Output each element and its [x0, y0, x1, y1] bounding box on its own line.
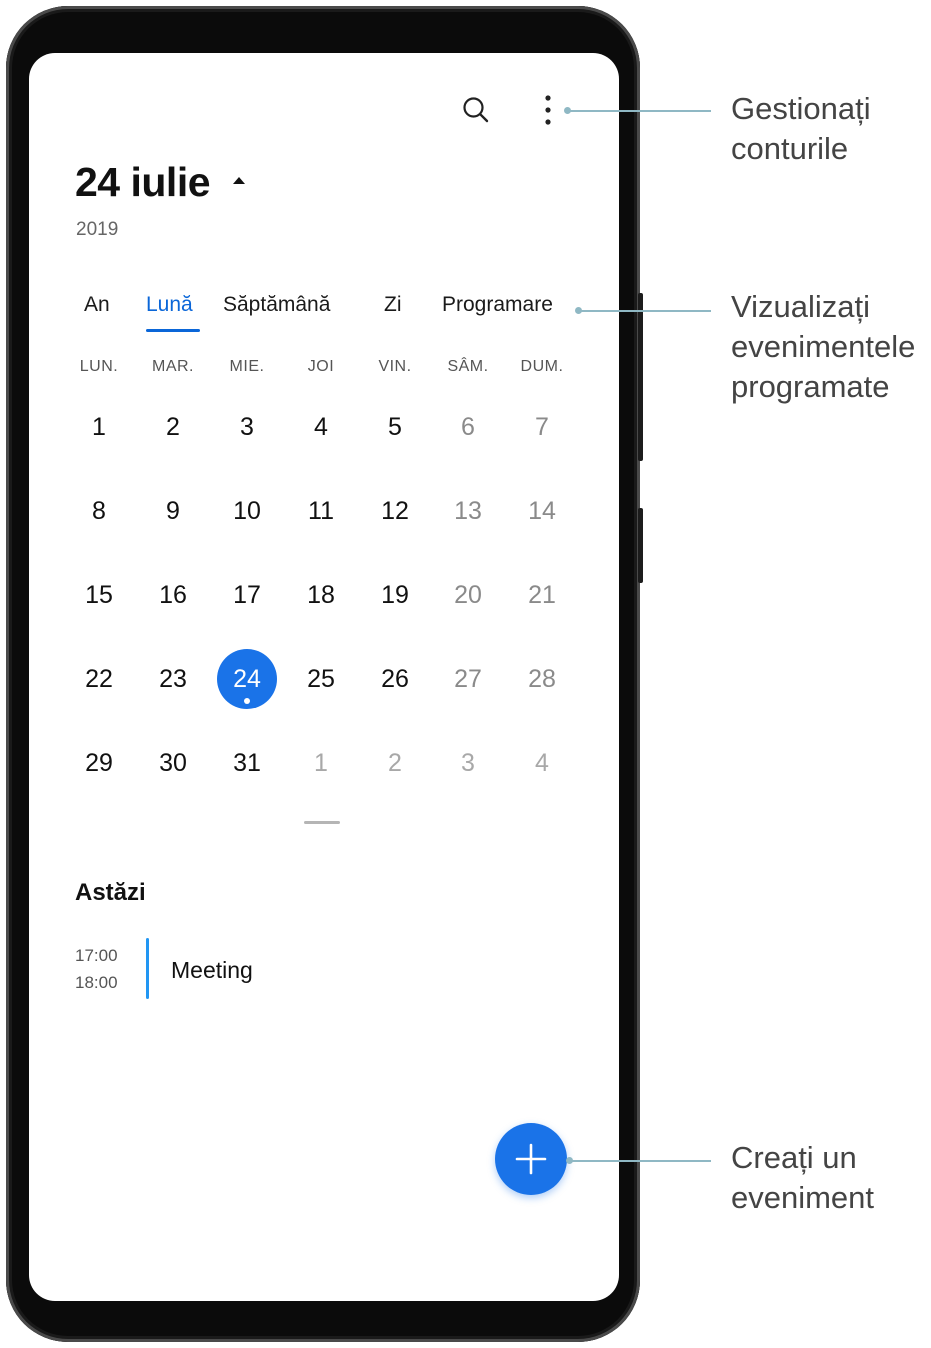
calendar-day[interactable]: 29: [62, 733, 136, 793]
callout-create-event: Creați un eveniment: [731, 1138, 874, 1218]
calendar-day[interactable]: 27: [431, 649, 505, 709]
calendar-day[interactable]: 31: [210, 733, 284, 793]
callout-view-scheduled-line3: programate: [731, 369, 890, 404]
calendar-day[interactable]: 3: [431, 733, 505, 793]
add-event-button[interactable]: [495, 1123, 567, 1195]
callout-line-accounts: [568, 110, 711, 112]
calendar-day[interactable]: 12: [358, 481, 432, 541]
tab-week[interactable]: Săptămână: [223, 293, 330, 317]
calendar-day[interactable]: 30: [136, 733, 210, 793]
weekday-label: LUN.: [79, 358, 119, 375]
calendar-day[interactable]: 25: [284, 649, 358, 709]
day-number: 24: [233, 665, 261, 693]
callout-manage-accounts-line2: conturile: [731, 131, 849, 166]
calendar-day[interactable]: 9: [136, 481, 210, 541]
event-end-time: 18:00: [75, 973, 118, 992]
calendar-day[interactable]: 19: [358, 565, 432, 625]
calendar-day[interactable]: 26: [358, 649, 432, 709]
today-section-title: Astăzi: [75, 879, 146, 906]
tab-year[interactable]: An: [84, 293, 110, 317]
month-title[interactable]: 24 iulie: [75, 159, 211, 206]
calendar-day[interactable]: 6: [431, 397, 505, 457]
more-options-button[interactable]: [528, 90, 568, 130]
calendar-day[interactable]: 7: [505, 397, 579, 457]
calendar-day[interactable]: 20: [431, 565, 505, 625]
callout-line-create: [570, 1160, 711, 1162]
tab-month[interactable]: Lună: [146, 293, 193, 317]
caret-up-icon[interactable]: [233, 177, 245, 184]
search-button[interactable]: [456, 90, 496, 130]
callout-view-scheduled-line2: evenimentele: [731, 329, 916, 364]
tab-day[interactable]: Zi: [384, 293, 402, 317]
calendar-day[interactable]: 4: [284, 397, 358, 457]
calendar-day[interactable]: 14: [505, 481, 579, 541]
calendar-day[interactable]: 17: [210, 565, 284, 625]
search-icon: [463, 97, 489, 123]
callout-view-scheduled: Vizualizați evenimentele programate: [731, 287, 915, 407]
tab-schedule[interactable]: Programare: [442, 293, 553, 317]
calendar-day[interactable]: 8: [62, 481, 136, 541]
callout-view-scheduled-line1: Vizualizați: [731, 289, 871, 324]
callout-line-schedule: [579, 310, 711, 312]
weekday-label: JOI: [307, 358, 335, 375]
drag-handle[interactable]: [304, 821, 340, 824]
callout-create-event-line1: Creați un: [731, 1140, 857, 1175]
calendar-day[interactable]: 15: [62, 565, 136, 625]
calendar-screen: 24 iulie 2019 An Lună Săptămână Zi Progr…: [29, 53, 619, 1301]
calendar-day[interactable]: 18: [284, 565, 358, 625]
calendar-day[interactable]: 1: [284, 733, 358, 793]
active-tab-indicator: [146, 329, 200, 332]
event-indicator-dot: [244, 698, 250, 704]
callout-manage-accounts: Gestionați conturile: [731, 89, 871, 169]
calendar-day[interactable]: 11: [284, 481, 358, 541]
calendar-day[interactable]: 3: [210, 397, 284, 457]
weekday-label: MAR.: [152, 358, 194, 375]
calendar-day[interactable]: 13: [431, 481, 505, 541]
event-title[interactable]: Meeting: [171, 957, 253, 984]
calendar-day[interactable]: 5: [358, 397, 432, 457]
calendar-day[interactable]: 10: [210, 481, 284, 541]
weekday-label: DUM.: [520, 358, 564, 375]
calendar-day[interactable]: 2: [358, 733, 432, 793]
weekday-label: VIN.: [378, 358, 412, 375]
callout-create-event-line2: eveniment: [731, 1180, 875, 1215]
event-start-time: 17:00: [75, 946, 118, 965]
plus-icon: [515, 1143, 547, 1175]
volume-button: [638, 293, 643, 461]
weekday-label: SÂM.: [447, 358, 489, 375]
power-button: [638, 508, 643, 583]
more-vertical-icon: [545, 95, 551, 125]
calendar-day-selected[interactable]: 24: [210, 649, 284, 709]
calendar-day[interactable]: 22: [62, 649, 136, 709]
calendar-day[interactable]: 23: [136, 649, 210, 709]
calendar-day[interactable]: 16: [136, 565, 210, 625]
callout-manage-accounts-line1: Gestionați: [731, 91, 871, 126]
year-label: 2019: [76, 219, 119, 240]
event-color-bar: [146, 938, 149, 999]
calendar-day[interactable]: 21: [505, 565, 579, 625]
calendar-day[interactable]: 28: [505, 649, 579, 709]
calendar-day[interactable]: 4: [505, 733, 579, 793]
calendar-day[interactable]: 2: [136, 397, 210, 457]
weekday-label: MIE.: [229, 358, 265, 375]
calendar-day[interactable]: 1: [62, 397, 136, 457]
